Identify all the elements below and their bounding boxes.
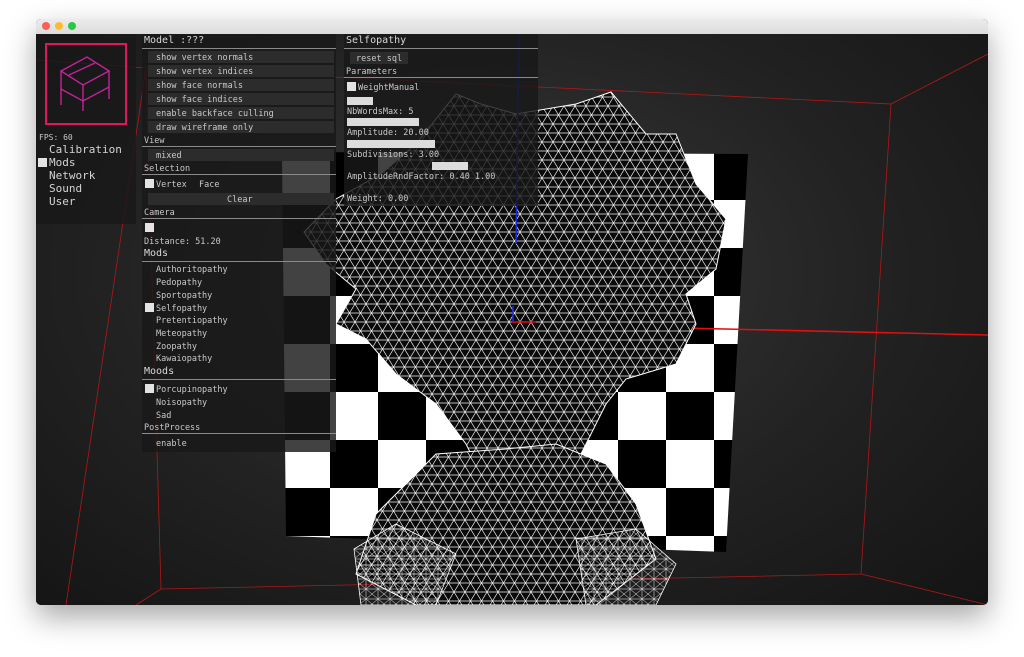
view-label: View bbox=[144, 136, 165, 146]
mod-pretentiopathy[interactable]: Pretentiopathy bbox=[156, 316, 228, 326]
logo bbox=[45, 43, 127, 125]
parameters-label: Parameters bbox=[346, 67, 398, 77]
option-show-face-normals[interactable]: show face normals bbox=[156, 81, 243, 91]
fps-readout: FPS: 60 bbox=[39, 133, 73, 142]
mod-pedopathy[interactable]: Pedopathy bbox=[156, 278, 202, 288]
selection-face-option[interactable]: Face bbox=[199, 180, 219, 190]
app-window: FPS: 60 Calibration Mods Network Sound U… bbox=[36, 19, 988, 605]
camera-slider-handle[interactable] bbox=[145, 223, 154, 232]
mod-kawaiopathy[interactable]: Kawaiopathy bbox=[156, 354, 212, 364]
mod-selfopathy[interactable]: Selfopathy bbox=[156, 304, 207, 314]
divider bbox=[142, 433, 336, 434]
weight-manual-checkbox[interactable] bbox=[347, 82, 356, 91]
option-enable-backface-culling[interactable]: enable backface culling bbox=[156, 109, 274, 119]
tab-mods-indicator bbox=[38, 158, 47, 167]
3d-viewport[interactable]: FPS: 60 Calibration Mods Network Sound U… bbox=[36, 34, 988, 605]
weight-slider[interactable]: Weight: 0.00 bbox=[347, 194, 408, 204]
nbwords-slider-bar[interactable] bbox=[347, 118, 419, 126]
mood-porcupinopathy-checkbox[interactable] bbox=[145, 384, 154, 393]
option-show-vertex-indices[interactable]: show vertex indices bbox=[156, 67, 253, 77]
mod-sportopathy[interactable]: Sportopathy bbox=[156, 291, 212, 301]
postprocess-enable[interactable]: enable bbox=[156, 439, 187, 449]
mod-zoopathy[interactable]: Zoopathy bbox=[156, 342, 197, 352]
logo-icon bbox=[59, 56, 111, 111]
amplitude-slider-bar[interactable] bbox=[347, 140, 435, 148]
minimize-button[interactable] bbox=[55, 22, 63, 30]
subdivisions-slider-bar[interactable] bbox=[432, 162, 468, 170]
mood-noisopathy[interactable]: Noisopathy bbox=[156, 398, 207, 408]
nbwords-slider[interactable]: NbWordsMax: 5 bbox=[347, 107, 414, 117]
camera-label: Camera bbox=[144, 208, 175, 218]
divider bbox=[142, 261, 336, 262]
sidebar: FPS: 60 Calibration Mods Network Sound U… bbox=[36, 34, 136, 224]
tab-calibration[interactable]: Calibration bbox=[49, 143, 122, 156]
amplitude-slider[interactable]: Amplitude: 20.00 bbox=[347, 128, 429, 138]
title-bar bbox=[36, 19, 988, 35]
option-show-vertex-normals[interactable]: show vertex normals bbox=[156, 53, 253, 63]
mood-sad[interactable]: Sad bbox=[156, 411, 171, 421]
divider bbox=[142, 379, 336, 380]
view-mode-select[interactable]: mixed bbox=[156, 151, 182, 161]
weight-manual-label[interactable]: WeightManual bbox=[358, 83, 419, 93]
divider bbox=[142, 146, 336, 147]
model-title: Model :??? bbox=[144, 35, 205, 46]
mod-authoritopathy[interactable]: Authoritopathy bbox=[156, 265, 228, 275]
tab-sound[interactable]: Sound bbox=[49, 182, 82, 195]
mod-selfopathy-checkbox[interactable] bbox=[145, 303, 154, 312]
selection-label: Selection bbox=[144, 164, 191, 174]
subdivisions-slider[interactable]: Subdivisions: 3.00 bbox=[347, 150, 439, 160]
close-button[interactable] bbox=[42, 22, 50, 30]
tab-user[interactable]: User bbox=[49, 195, 76, 208]
selfopathy-title: Selfopathy bbox=[346, 35, 407, 46]
amplitude-rnd-slider[interactable]: AmplitudeRndFactor: 0.40 1.00 bbox=[347, 172, 495, 182]
divider bbox=[142, 218, 336, 219]
divider bbox=[344, 77, 538, 78]
selection-vertex-option[interactable]: Vertex bbox=[156, 180, 187, 190]
mood-porcupinopathy[interactable]: Porcupinopathy bbox=[156, 385, 228, 395]
selfopathy-panel: Selfopathy reset sql Parameters WeightMa… bbox=[344, 34, 538, 206]
tab-network[interactable]: Network bbox=[49, 169, 95, 182]
clear-button[interactable]: Clear bbox=[227, 195, 253, 205]
selection-vertex-checkbox[interactable] bbox=[145, 179, 154, 188]
option-draw-wireframe-only[interactable]: draw wireframe only bbox=[156, 123, 253, 133]
divider bbox=[142, 174, 336, 175]
mods-label: Mods bbox=[144, 248, 169, 259]
model-panel: Model :??? show vertex normals show vert… bbox=[142, 34, 336, 452]
reset-sql-button[interactable]: reset sql bbox=[356, 54, 402, 64]
weight-manual-slider[interactable] bbox=[347, 97, 373, 105]
moods-label: Moods bbox=[144, 366, 175, 377]
mod-meteopathy[interactable]: Meteopathy bbox=[156, 329, 207, 339]
postprocess-label: PostProcess bbox=[144, 423, 201, 433]
tab-mods[interactable]: Mods bbox=[49, 156, 76, 169]
zoom-button[interactable] bbox=[68, 22, 76, 30]
divider bbox=[344, 48, 538, 49]
option-show-face-indices[interactable]: show face indices bbox=[156, 95, 243, 105]
divider bbox=[142, 48, 336, 49]
camera-distance: Distance: 51.20 bbox=[144, 237, 221, 247]
